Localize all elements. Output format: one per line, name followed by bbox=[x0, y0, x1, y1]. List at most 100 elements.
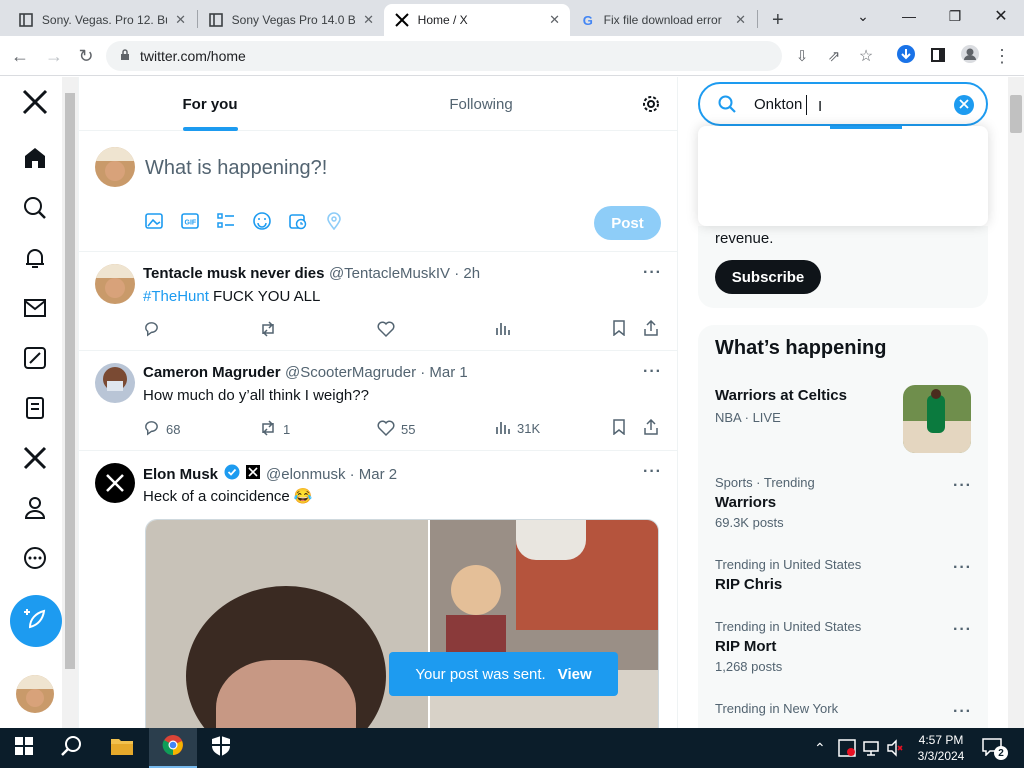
nav-lists[interactable] bbox=[20, 395, 50, 425]
trend-more-button[interactable]: ··· bbox=[953, 477, 972, 495]
poll-icon[interactable] bbox=[217, 212, 235, 235]
close-window-button[interactable]: ✕ bbox=[987, 6, 1015, 26]
share-button[interactable] bbox=[643, 418, 659, 438]
browser-tab-1[interactable]: Sony. Vegas. Pro 12. Bu ✕ bbox=[8, 4, 196, 36]
search-input[interactable]: Onkton bbox=[754, 96, 802, 113]
new-tab-button[interactable]: + bbox=[762, 4, 792, 36]
compose-input[interactable]: What is happening?! bbox=[145, 157, 327, 180]
trend-item[interactable]: Sports · Trending Warriors 69.3K posts bbox=[715, 475, 975, 530]
show-hidden-icons-button[interactable]: ⌃ bbox=[814, 740, 826, 757]
forward-button[interactable]: → bbox=[42, 44, 66, 68]
reply-button[interactable] bbox=[143, 320, 160, 340]
trend-more-button[interactable]: ··· bbox=[953, 559, 972, 577]
reply-button[interactable]: 68 bbox=[143, 419, 180, 439]
install-button[interactable]: ⇩ bbox=[790, 44, 814, 68]
tweet-author-name[interactable]: Elon Musk bbox=[143, 466, 218, 483]
gif-icon[interactable]: GIF bbox=[181, 212, 199, 235]
tweet-more-button[interactable]: ··· bbox=[643, 264, 662, 282]
tweet-author-name[interactable]: Cameron Magruder bbox=[143, 364, 281, 381]
chrome-menu-button[interactable]: ⋮ bbox=[990, 44, 1014, 68]
repost-button[interactable] bbox=[259, 320, 277, 341]
trend-thumbnail[interactable] bbox=[903, 385, 971, 453]
tweet-media-image[interactable] bbox=[145, 519, 659, 728]
schedule-icon[interactable] bbox=[289, 212, 307, 235]
page-scrollbar[interactable] bbox=[1008, 77, 1024, 728]
file-explorer-button[interactable] bbox=[98, 728, 146, 768]
location-icon[interactable] bbox=[325, 212, 343, 235]
taskbar-search-button[interactable] bbox=[48, 728, 96, 768]
avatar[interactable] bbox=[95, 264, 135, 304]
tab-following[interactable]: Following bbox=[341, 77, 621, 131]
left-scrollbar[interactable] bbox=[62, 77, 78, 728]
emoji-icon[interactable] bbox=[253, 212, 271, 235]
nav-profile[interactable] bbox=[20, 495, 50, 525]
nav-premium[interactable] bbox=[20, 445, 50, 475]
tweet-handle[interactable]: @elonmusk · Mar 2 bbox=[266, 466, 397, 483]
tweet-more-button[interactable]: ··· bbox=[643, 463, 662, 481]
back-button[interactable]: ← bbox=[8, 44, 32, 68]
trend-item[interactable]: Trending in United States RIP Chris bbox=[715, 557, 975, 593]
search-box[interactable]: Onkton I bbox=[698, 82, 988, 126]
nav-grok[interactable] bbox=[20, 345, 50, 375]
image-icon[interactable] bbox=[145, 212, 163, 235]
start-button[interactable] bbox=[0, 728, 48, 768]
browser-tab-3[interactable]: Home / X ✕ bbox=[384, 4, 570, 36]
clear-search-button[interactable] bbox=[954, 95, 974, 115]
volume-muted-icon[interactable] bbox=[886, 739, 904, 762]
browser-tab-2[interactable]: Sony Vegas Pro 14.0 Bu ✕ bbox=[198, 4, 384, 36]
browser-tab-4[interactable]: G Fix file download error ✕ bbox=[570, 4, 756, 36]
trend-more-button[interactable]: ··· bbox=[953, 703, 972, 721]
like-button[interactable] bbox=[377, 320, 395, 341]
network-icon[interactable] bbox=[862, 739, 880, 762]
bookmark-button[interactable] bbox=[611, 419, 627, 438]
tab-search-button[interactable]: ⌄ bbox=[849, 6, 877, 26]
nav-home[interactable] bbox=[20, 145, 50, 175]
security-tray-icon[interactable] bbox=[838, 739, 856, 762]
subscribe-button[interactable]: Subscribe bbox=[715, 260, 821, 294]
reload-button[interactable]: ↻ bbox=[74, 44, 98, 68]
nav-notifications[interactable] bbox=[20, 245, 50, 275]
tweet-handle[interactable]: @TentacleMuskIV · 2h bbox=[329, 265, 480, 282]
close-icon[interactable]: ✕ bbox=[363, 12, 374, 28]
views-button[interactable] bbox=[495, 320, 511, 339]
close-icon[interactable]: ✕ bbox=[549, 12, 560, 28]
trend-item[interactable]: Trending in New York bbox=[715, 701, 975, 716]
tweet-handle[interactable]: @ScooterMagruder · Mar 1 bbox=[285, 364, 468, 381]
nav-messages[interactable] bbox=[20, 295, 50, 325]
tweet-author-name[interactable]: Tentacle musk never dies bbox=[143, 265, 324, 282]
views-button[interactable]: 31K bbox=[495, 419, 540, 438]
close-icon[interactable]: ✕ bbox=[735, 12, 746, 28]
profile-button[interactable] bbox=[958, 44, 982, 68]
share-button[interactable] bbox=[643, 319, 659, 339]
tab-for-you[interactable]: For you bbox=[79, 77, 341, 131]
notification-center-button[interactable]: 2 bbox=[982, 738, 1008, 760]
tweet-more-button[interactable]: ··· bbox=[643, 363, 662, 381]
x-home-logo[interactable] bbox=[20, 89, 50, 119]
nav-explore[interactable] bbox=[20, 195, 50, 225]
downloads-button[interactable] bbox=[894, 44, 918, 68]
clock[interactable]: 4:57 PM 3/3/2024 bbox=[910, 732, 972, 764]
security-app-button[interactable] bbox=[197, 728, 245, 768]
bookmark-star-button[interactable]: ☆ bbox=[854, 44, 878, 68]
trend-more-button[interactable]: ··· bbox=[953, 621, 972, 639]
like-button[interactable]: 55 bbox=[377, 419, 415, 440]
repost-button[interactable]: 1 bbox=[259, 419, 290, 440]
restore-button[interactable]: ❐ bbox=[941, 6, 969, 26]
avatar[interactable] bbox=[95, 463, 135, 503]
compose-post-button[interactable] bbox=[10, 595, 62, 647]
tweet[interactable]: Tentacle musk never dies @TentacleMuskIV… bbox=[79, 252, 677, 351]
chrome-taskbar-button[interactable] bbox=[149, 728, 197, 768]
toast-view-link[interactable]: View bbox=[558, 666, 592, 683]
hashtag-link[interactable]: #TheHunt bbox=[143, 288, 209, 305]
trend-item[interactable]: Trending in United States RIP Mort 1,268… bbox=[715, 619, 975, 674]
nav-more[interactable] bbox=[20, 545, 50, 575]
bookmark-button[interactable] bbox=[611, 320, 627, 339]
close-icon[interactable]: ✕ bbox=[175, 12, 186, 28]
tweet[interactable]: Cameron Magruder @ScooterMagruder · Mar … bbox=[79, 351, 677, 451]
post-button[interactable]: Post bbox=[594, 206, 661, 240]
timeline-settings-button[interactable] bbox=[640, 93, 662, 120]
avatar[interactable] bbox=[95, 363, 135, 403]
side-panel-button[interactable] bbox=[926, 44, 950, 68]
url-field[interactable]: twitter.com/home bbox=[106, 41, 782, 71]
share-button[interactable]: ⇗ bbox=[822, 44, 846, 68]
